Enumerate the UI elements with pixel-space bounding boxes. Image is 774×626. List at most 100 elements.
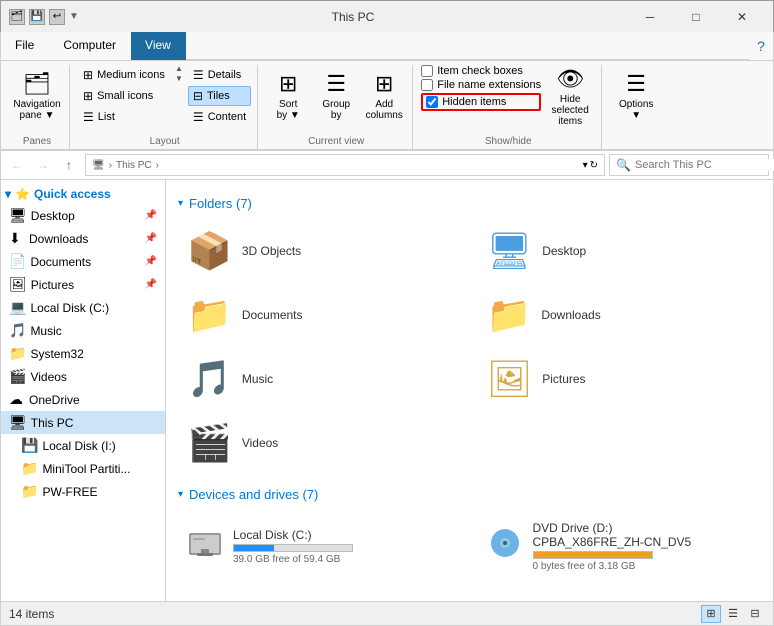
sort-icon: ⊞ xyxy=(279,71,297,97)
sidebar-item-local-disk-i[interactable]: 💾 Local Disk (I:) xyxy=(1,434,165,457)
folder-pictures[interactable]: 🖼 Pictures xyxy=(478,351,762,407)
hidden-items-option[interactable]: Hidden items xyxy=(421,93,541,111)
add-columns-button[interactable]: ⊞ Addcolumns xyxy=(362,65,406,127)
back-button[interactable]: ← xyxy=(5,153,29,177)
file-ext-option[interactable]: File name extensions xyxy=(421,79,541,91)
tab-computer[interactable]: Computer xyxy=(49,32,131,60)
large-icons-view-btn[interactable]: ⊞ xyxy=(701,605,721,623)
group-icon: ☰ xyxy=(326,71,346,97)
content-view-btn[interactable]: ⊟ xyxy=(745,605,765,623)
status-count: 14 items xyxy=(9,607,54,621)
drive-h[interactable]: Local Disk (H:) xyxy=(178,587,462,601)
nav-pane-label: Navigationpane ▼ xyxy=(13,99,60,121)
small-icons-btn[interactable]: ⊞ Small icons xyxy=(78,86,170,106)
drive-d-bar-container xyxy=(533,551,653,559)
system32-label: System32 xyxy=(30,347,83,361)
sort-by-button[interactable]: ⊞ Sortby ▼ xyxy=(266,65,310,127)
small-icons-icon: ⊞ xyxy=(83,89,93,103)
medium-icons-label: Medium icons xyxy=(97,69,165,81)
search-box[interactable]: 🔍 xyxy=(609,154,769,176)
folder-pictures-icon: 🖼 xyxy=(487,358,533,400)
hidden-items-label: Hidden items xyxy=(442,96,506,108)
local-disk-icon: 💻 xyxy=(9,299,26,316)
save-icon[interactable]: 💾 xyxy=(29,9,45,25)
tiles-btn[interactable]: ⊟ Tiles xyxy=(188,86,251,106)
undo-icon[interactable]: ↩ xyxy=(49,9,65,25)
options-button[interactable]: ☰ Options ▼ xyxy=(610,65,662,127)
path-refresh[interactable]: ↻ xyxy=(590,160,598,171)
up-button[interactable]: ↑ xyxy=(57,153,81,177)
address-path[interactable]: 🖥 › This PC › ▾ ↻ xyxy=(85,154,605,176)
sidebar-item-onedrive[interactable]: ☁ OneDrive xyxy=(1,388,165,411)
close-button[interactable]: ✕ xyxy=(719,1,765,33)
sidebar-item-system32[interactable]: 📁 System32 xyxy=(1,342,165,365)
help-button[interactable]: ? xyxy=(749,32,773,60)
navigation-pane-button[interactable]: 🗂 Navigationpane ▼ xyxy=(11,65,63,127)
sidebar-item-music[interactable]: 🎵 Music xyxy=(1,319,165,342)
sidebar-item-downloads[interactable]: ⬇ Downloads 📌 xyxy=(1,227,165,250)
sidebar-item-desktop[interactable]: 🖥 Desktop 📌 xyxy=(1,204,165,227)
view-toggle-buttons: ⊞ ☰ ⊟ xyxy=(701,605,765,623)
hidden-items-checkbox[interactable] xyxy=(426,96,438,108)
hide-selected-button[interactable]: 👁 Hide selecteditems xyxy=(545,65,595,127)
drive-c[interactable]: Local Disk (C:) 39.0 GB free of 59.4 GB xyxy=(178,514,462,579)
details-btn[interactable]: ☰ Details xyxy=(188,65,251,85)
tab-file[interactable]: File xyxy=(1,32,49,60)
content-icon: ☰ xyxy=(193,110,204,124)
content-btn[interactable]: ☰ Content xyxy=(188,107,251,127)
folder-videos[interactable]: 🎬 Videos xyxy=(178,415,462,471)
folder-documents-name: Documents xyxy=(242,308,303,322)
sidebar-item-pw-free[interactable]: 📁 PW-FREE xyxy=(1,480,165,503)
folder-downloads[interactable]: 📁 Downloads xyxy=(478,287,762,343)
quick-access-header[interactable]: ▾ ⭐ Quick access xyxy=(1,184,165,204)
devices-section-header[interactable]: ▾ Devices and drives (7) xyxy=(178,487,761,502)
sidebar-item-local-disk[interactable]: 💻 Local Disk (C:) xyxy=(1,296,165,319)
system32-icon: 📁 xyxy=(9,345,26,362)
sidebar-item-minitool[interactable]: 📁 MiniTool Partiti... xyxy=(1,457,165,480)
layout-down-arrow[interactable]: ▼ xyxy=(175,75,183,83)
onedrive-icon: ☁ xyxy=(9,391,25,408)
folder-documents[interactable]: 📁 Documents xyxy=(178,287,462,343)
tiles-label: Tiles xyxy=(207,90,230,102)
file-ext-checkbox[interactable] xyxy=(421,79,433,91)
medium-icons-btn[interactable]: ⊞ Medium icons xyxy=(78,65,170,85)
drive-i[interactable]: Local Disk (I:) xyxy=(478,587,762,601)
layout-arrows[interactable]: ▲ ▼ xyxy=(174,65,184,83)
item-checkboxes-option[interactable]: Item check boxes xyxy=(421,65,541,77)
sidebar-item-videos[interactable]: 🎬 Videos xyxy=(1,365,165,388)
details-view-btn[interactable]: ☰ xyxy=(723,605,743,623)
list-btn[interactable]: ☰ List xyxy=(78,107,170,127)
group-by-button[interactable]: ☰ Groupby xyxy=(314,65,358,127)
details-label: Details xyxy=(208,69,242,81)
show-hide-content: Item check boxes File name extensions Hi… xyxy=(421,65,595,134)
maximize-button[interactable]: □ xyxy=(673,1,719,33)
folders-section-header[interactable]: ▾ Folders (7) xyxy=(178,196,761,211)
folder-3d-objects[interactable]: 📦 3D Objects xyxy=(178,223,462,279)
path-dropdown[interactable]: ▾ xyxy=(583,160,588,171)
minimize-button[interactable]: ─ xyxy=(627,1,673,33)
folder-music[interactable]: 🎵 Music xyxy=(178,351,462,407)
panes-label: Panes xyxy=(23,134,51,147)
local-disk-label: Local Disk (C:) xyxy=(30,301,109,315)
list-icon: ☰ xyxy=(83,110,94,124)
quick-access-label: Quick access xyxy=(34,187,111,201)
sidebar-item-pictures[interactable]: 🖼 Pictures 📌 xyxy=(1,273,165,296)
layout-options-top: ⊞ Medium icons ⊞ Small icons ☰ List xyxy=(78,65,170,127)
drive-d-space: 0 bytes free of 3.18 GB xyxy=(533,561,692,572)
dropdown-icon[interactable]: ▼ xyxy=(69,11,79,22)
quick-access-icon[interactable]: 🗂 xyxy=(9,9,25,25)
window-controls: ─ □ ✕ xyxy=(627,1,765,33)
folder-desktop[interactable]: 🖥 Desktop xyxy=(478,223,762,279)
sidebar-item-documents[interactable]: 📄 Documents 📌 xyxy=(1,250,165,273)
downloads-icon: ⬇ xyxy=(9,230,25,247)
search-input[interactable] xyxy=(635,159,774,171)
drive-c-bar-container xyxy=(233,544,353,552)
layout-up-arrow[interactable]: ▲ xyxy=(175,65,183,73)
tiles-icon: ⊟ xyxy=(193,89,203,103)
forward-button[interactable]: → xyxy=(31,153,55,177)
tab-view[interactable]: View xyxy=(131,32,186,60)
item-checkboxes-checkbox[interactable] xyxy=(421,65,433,77)
options-icon: ☰ xyxy=(626,71,646,97)
drive-d[interactable]: DVD Drive (D:)CPBA_X86FRE_ZH-CN_DV5 0 by… xyxy=(478,514,762,579)
sidebar-item-this-pc[interactable]: 🖥 This PC xyxy=(1,411,165,434)
